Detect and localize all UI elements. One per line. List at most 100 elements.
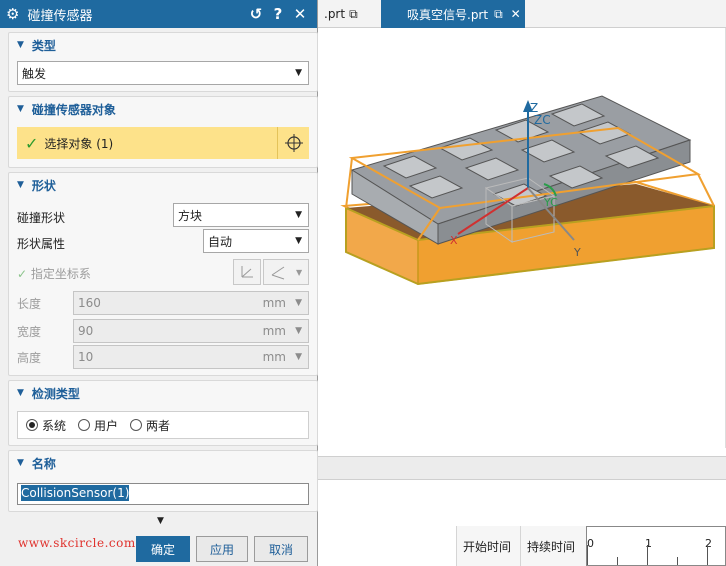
dialog-title: 碰撞传感器 (27, 8, 93, 24)
chevron-down-icon: ▼ (295, 68, 302, 78)
section-header-type[interactable]: ▼ 类型 (9, 33, 317, 57)
section-title: 名称 (31, 456, 56, 471)
radio-label: 两者 (146, 418, 171, 433)
chevron-down-icon: ▼ (295, 326, 302, 336)
tab-prt[interactable]: .prt ⧉ (318, 0, 380, 28)
radio-label: 用户 (94, 418, 119, 433)
shape-label: 碰撞形状 (17, 211, 66, 225)
axis-label-zc: ZC (534, 113, 551, 127)
section-header-object[interactable]: ▼ 碰撞传感器对象 (9, 97, 317, 121)
collapse-icon[interactable]: ▼ (17, 180, 24, 190)
select-value: 方块 (178, 208, 203, 223)
radio-both[interactable]: 两者 (130, 417, 170, 434)
ok-button[interactable]: 确定 (136, 536, 190, 562)
ruler-tick (587, 545, 588, 565)
section-title: 碰撞传感器对象 (31, 102, 116, 117)
apply-button[interactable]: 应用 (196, 536, 248, 562)
length-label: 长度 (17, 297, 42, 311)
time-ruler: 0 1 2 (586, 526, 726, 566)
length-field[interactable]: 160 mm ▼ (73, 291, 309, 315)
width-label: 宽度 (17, 325, 42, 339)
select-value: 自动 (208, 234, 233, 249)
ruler-tick (707, 545, 708, 565)
detect-type-radio-group: 系统 用户 两者 (17, 411, 309, 439)
reset-icon[interactable]: ↺ (245, 5, 267, 23)
section-header-name[interactable]: ▼ 名称 (9, 451, 317, 475)
collision-sensor-dialog: ⚙ 碰撞传感器 ↺ ? ✕ ▼ 类型 触发 ▼ ▼ 碰撞传感器对象 ✓ 选择对象… (0, 0, 318, 566)
graphics-viewport[interactable]: Z ZC YC Y X (318, 28, 726, 448)
gear-icon: ⚙ (6, 5, 20, 23)
popout-icon[interactable]: ⧉ (494, 7, 503, 22)
column-label: 开始时间 (463, 539, 512, 554)
section-header-shape[interactable]: ▼ 形状 (9, 173, 317, 197)
radio-system[interactable]: 系统 (26, 417, 66, 434)
section-title: 形状 (31, 178, 56, 193)
crosshair-icon[interactable] (277, 127, 309, 159)
axis-label-y: Y (573, 246, 581, 259)
collapse-icon[interactable]: ▼ (17, 40, 24, 50)
popout-icon[interactable]: ⧉ (349, 7, 358, 22)
name-input-value: CollisionSensor(1) (21, 485, 130, 501)
collapse-icon[interactable]: ▼ (17, 388, 24, 398)
chevron-down-icon: ▼ (295, 210, 302, 220)
csys-label-text: 指定坐标系 (30, 267, 91, 281)
height-field[interactable]: 10 mm ▼ (73, 345, 309, 369)
field-value: 10 (78, 350, 94, 364)
field-value: 160 (78, 296, 101, 310)
ruler-tick (647, 545, 648, 565)
type-select[interactable]: 触发 ▼ (17, 61, 309, 85)
close-icon[interactable]: ✕ (511, 7, 521, 21)
radio-user[interactable]: 用户 (78, 417, 118, 434)
collapse-icon[interactable]: ▼ (17, 458, 24, 468)
unit-label: mm (262, 350, 286, 364)
help-icon[interactable]: ? (267, 5, 289, 23)
section-shape: ▼ 形状 碰撞形状 方块 ▼ 形状属性 自动 ▼ ✓ 指定坐标系 ▼ 长度 16… (8, 172, 318, 376)
expand-more-icon[interactable]: ▼ (157, 516, 164, 526)
chevron-down-icon: ▼ (295, 352, 302, 362)
timeline-toolbar (318, 456, 726, 480)
radio-label: 系统 (42, 418, 67, 433)
dialog-titlebar[interactable]: ⚙ 碰撞传感器 ↺ ? ✕ (0, 0, 317, 28)
width-field[interactable]: 90 mm ▼ (73, 319, 309, 343)
unit-label: mm (262, 296, 286, 310)
column-label: 持续时间 (527, 539, 576, 554)
height-label: 高度 (17, 351, 42, 365)
axis-label-x: X (450, 234, 458, 247)
section-detect-type: ▼ 检测类型 系统 用户 两者 (8, 380, 318, 446)
unit-label: mm (262, 324, 286, 338)
chevron-down-icon: ▼ (295, 236, 302, 246)
axis-label-yc: YC (543, 196, 558, 209)
collapse-icon[interactable]: ▼ (17, 104, 24, 114)
radio-icon (26, 419, 38, 431)
section-title: 类型 (31, 38, 56, 53)
tab-vacuum-signal[interactable]: 吸真空信号.prt ⧉ ✕ (381, 0, 525, 28)
checkmark-icon: ✓ (17, 267, 28, 281)
csys-dialog-icon[interactable] (233, 259, 261, 285)
shape-attr-label: 形状属性 (17, 237, 66, 251)
select-object-row[interactable]: ✓ 选择对象 (1) (17, 127, 283, 159)
model-drawing: Z ZC YC Y X (340, 95, 715, 286)
section-name: ▼ 名称 CollisionSensor(1) (8, 450, 318, 512)
shape-attr-select[interactable]: 自动 ▼ (203, 229, 309, 253)
close-icon[interactable]: ✕ (289, 5, 311, 23)
ruler-tick (617, 557, 618, 565)
select-object-label: 选择对象 (1) (44, 136, 114, 151)
shape-select[interactable]: 方块 ▼ (173, 203, 309, 227)
column-duration[interactable]: 持续时间 (520, 526, 586, 566)
csys-label: ✓ 指定坐标系 (17, 265, 91, 282)
radio-icon (78, 419, 91, 431)
section-title: 检测类型 (31, 386, 80, 401)
name-input[interactable]: CollisionSensor(1) (17, 483, 309, 505)
csys-type-icon[interactable]: ▼ (263, 259, 309, 285)
radio-icon (130, 419, 143, 431)
tab-label: 吸真空信号.prt (407, 7, 489, 22)
field-value: 90 (78, 324, 94, 338)
section-header-detect[interactable]: ▼ 检测类型 (9, 381, 317, 405)
checkmark-icon: ✓ (25, 133, 39, 153)
column-start-time[interactable]: 开始时间 (456, 526, 520, 566)
svg-text:▼: ▼ (296, 268, 303, 277)
select-value: 触发 (22, 66, 47, 81)
chevron-down-icon: ▼ (295, 298, 302, 308)
tab-label: .prt (324, 7, 346, 21)
cancel-button[interactable]: 取消 (254, 536, 308, 562)
